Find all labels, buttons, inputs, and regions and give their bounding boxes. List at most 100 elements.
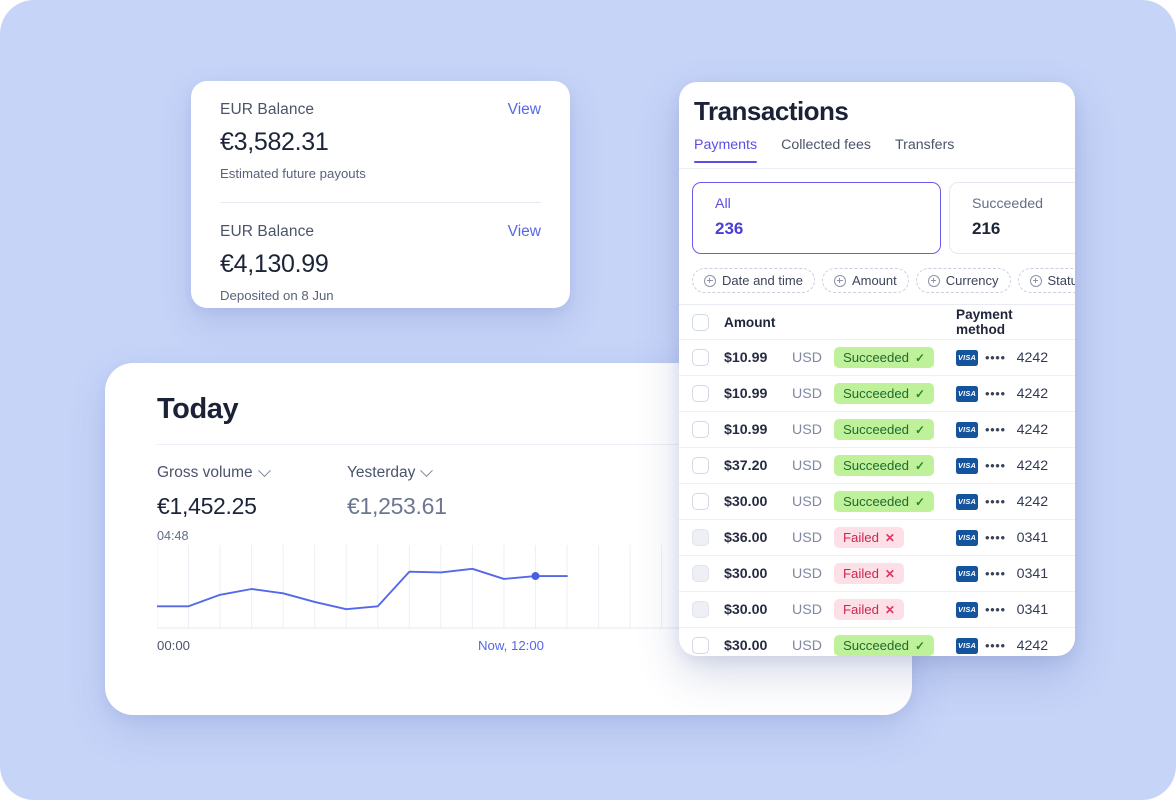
status-badge: Succeeded ✓: [834, 455, 935, 476]
metric-value: €1,253.61: [347, 493, 447, 519]
filter-chip-date-and-time[interactable]: Date and time: [692, 268, 815, 293]
cell-status: Succeeded ✓: [834, 419, 952, 440]
cell-amount: $10.99: [724, 421, 768, 438]
cell-payment-method: VISA •••• 0341: [952, 601, 1075, 618]
table-row[interactable]: $10.99 USD Succeeded ✓ VISA •••• 4242: [679, 339, 1075, 375]
table-row[interactable]: $10.99 USD Succeeded ✓ VISA •••• 4242: [679, 411, 1075, 447]
table-row[interactable]: $30.00 USD Failed ✕ VISA •••• 0341: [679, 555, 1075, 591]
tab-collected-fees[interactable]: Collected fees: [781, 137, 871, 163]
balance-block-estimated: EUR Balance View €3,582.31 Estimated fut…: [220, 81, 541, 181]
plus-circle-icon: [833, 274, 846, 287]
chevron-down-icon: [257, 463, 271, 477]
payment-method-wrap: VISA •••• 4242: [956, 385, 1049, 402]
filter-chip-label: Status: [1047, 273, 1076, 288]
payment-method-wrap: VISA •••• 0341: [956, 529, 1048, 546]
visa-card-icon: VISA: [956, 565, 978, 582]
cell-currency: USD: [792, 637, 822, 654]
check-icon: ✓: [915, 458, 926, 473]
card-mask-dots: ••••: [985, 458, 1006, 473]
transactions-tabs: Payments Collected fees Transfers: [694, 137, 954, 163]
summary-tile-succeeded[interactable]: Succeeded 216: [949, 182, 1075, 254]
plus-circle-icon: [1029, 274, 1042, 287]
cell-currency: USD: [792, 529, 822, 546]
status-badge-label: Succeeded: [843, 422, 909, 437]
tab-payments[interactable]: Payments: [694, 137, 758, 163]
balance-subtitle: Deposited on 8 Jun: [220, 288, 334, 303]
cell-currency: USD: [792, 457, 822, 474]
row-select-checkbox[interactable]: [692, 601, 709, 618]
metric-label: Yesterday: [347, 464, 416, 481]
status-badge-label: Succeeded: [843, 494, 909, 509]
status-badge: Succeeded ✓: [834, 635, 935, 656]
cell-status: Succeeded ✓: [834, 383, 952, 404]
cell-amount: $30.00: [724, 493, 768, 510]
cell-payment-method: VISA •••• 0341: [952, 529, 1075, 546]
payment-method-wrap: VISA •••• 4242: [956, 421, 1048, 438]
column-header-payment-method[interactable]: Payment method: [952, 307, 1075, 337]
summary-tile-all[interactable]: All 236: [692, 182, 941, 254]
table-row[interactable]: $30.00 USD Succeeded ✓ VISA •••• 4242: [679, 483, 1075, 519]
card-last4: 4242: [1016, 637, 1049, 654]
row-select-checkbox[interactable]: [692, 421, 709, 438]
cross-icon: ✕: [884, 530, 895, 545]
card-mask-dots: ••••: [985, 422, 1006, 437]
cell-status: Failed ✕: [834, 527, 952, 548]
table-row[interactable]: $37.20 USD Succeeded ✓ VISA •••• 4242: [679, 447, 1075, 483]
cell-currency: USD: [792, 385, 822, 402]
row-select-checkbox[interactable]: [692, 385, 709, 402]
metric-yesterday-selector[interactable]: Yesterday: [347, 463, 447, 482]
select-all-checkbox[interactable]: [692, 313, 709, 331]
payment-method-wrap: VISA •••• 0341: [956, 601, 1048, 618]
row-select-checkbox[interactable]: [692, 349, 709, 366]
transactions-card: Transactions Payments Collected fees Tra…: [679, 82, 1075, 656]
status-badge-label: Failed: [843, 530, 879, 545]
status-badge-label: Succeeded: [843, 458, 909, 473]
check-icon: ✓: [915, 494, 926, 509]
tab-transfers[interactable]: Transfers: [895, 137, 954, 163]
row-select-checkbox[interactable]: [692, 529, 709, 546]
cell-amount: $37.20: [724, 457, 768, 474]
balance-block-deposited: EUR Balance View €4,130.99 Deposited on …: [220, 203, 541, 303]
column-header-amount[interactable]: Amount: [724, 315, 792, 330]
cell-payment-method: VISA •••• 4242: [952, 421, 1075, 438]
row-select-checkbox[interactable]: [692, 637, 709, 654]
status-badge-label: Failed: [843, 566, 879, 581]
cell-payment-method: VISA •••• 0341: [952, 565, 1075, 582]
table-row[interactable]: $30.00 USD Failed ✕ VISA •••• 0341: [679, 591, 1075, 627]
status-badge: Failed ✕: [834, 527, 904, 548]
filter-chip-status[interactable]: Status: [1017, 268, 1076, 293]
metric-gross-volume-selector[interactable]: Gross volume: [157, 463, 271, 482]
table-header-row: Amount Payment method: [679, 304, 1075, 339]
tab-label: Payments: [694, 137, 758, 153]
cell-payment-method: VISA •••• 4242: [952, 493, 1075, 510]
cell-currency: USD: [792, 421, 822, 438]
check-icon: ✓: [915, 350, 926, 365]
cell-amount: $30.00: [724, 637, 768, 654]
cell-amount: $10.99: [724, 349, 768, 366]
cell-amount: $10.99: [724, 385, 768, 402]
status-badge-label: Succeeded: [843, 350, 909, 365]
balance-row-header: EUR Balance View: [220, 101, 541, 119]
filter-chip-amount[interactable]: Amount: [821, 268, 909, 293]
status-badge: Succeeded ✓: [834, 491, 935, 512]
row-select-checkbox[interactable]: [692, 565, 709, 582]
cell-amount: $30.00: [724, 601, 768, 618]
card-mask-dots: ••••: [985, 566, 1006, 581]
table-row[interactable]: $30.00 USD Succeeded ✓ VISA •••• 4242: [679, 627, 1075, 656]
cell-payment-method: VISA •••• 4242: [952, 385, 1075, 402]
balance-view-link[interactable]: View: [508, 101, 541, 119]
filter-chip-label: Date and time: [722, 273, 803, 288]
plus-circle-icon: [704, 274, 716, 287]
row-select-checkbox[interactable]: [692, 457, 709, 474]
check-icon: ✓: [915, 638, 926, 653]
filter-chip-currency[interactable]: Currency: [915, 268, 1011, 293]
transactions-table: Amount Payment method $10.99 USD Succeeded…: [679, 304, 1075, 656]
table-row[interactable]: $10.99 USD Succeeded ✓ VISA •••• 4242: [679, 375, 1075, 411]
balance-view-link[interactable]: View: [508, 223, 541, 241]
payment-method-wrap: VISA •••• 4242: [956, 457, 1048, 474]
cell-payment-method: VISA •••• 4242: [952, 457, 1075, 474]
row-select-checkbox[interactable]: [692, 493, 709, 510]
card-mask-dots: ••••: [985, 350, 1006, 365]
table-row[interactable]: $36.00 USD Failed ✕ VISA •••• 0341: [679, 519, 1075, 555]
card-last4: 4242: [1016, 385, 1049, 402]
